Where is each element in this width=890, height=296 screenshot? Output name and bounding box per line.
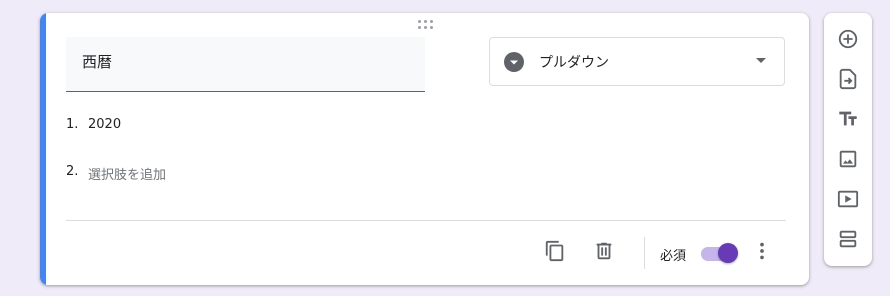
- delete-button[interactable]: [590, 237, 618, 265]
- option-text[interactable]: 2020: [88, 117, 121, 132]
- question-type-label: プルダウン: [539, 55, 609, 71]
- more-options-button[interactable]: [748, 237, 776, 265]
- question-title-field[interactable]: [66, 37, 425, 92]
- option-number: 2.: [66, 164, 79, 179]
- footer-divider: [66, 220, 786, 221]
- question-title-input[interactable]: [82, 52, 402, 70]
- import-questions-icon: [837, 68, 859, 90]
- side-toolbar: [824, 13, 872, 266]
- option-number: 1.: [66, 117, 79, 132]
- section-icon: [837, 228, 859, 250]
- duplicate-icon: [544, 240, 566, 262]
- trash-icon: [593, 240, 615, 262]
- chevron-down-icon: [756, 58, 766, 63]
- import-questions-button[interactable]: [834, 65, 862, 93]
- card-accent-bar: [40, 13, 46, 285]
- dropdown-circle-icon: [504, 52, 524, 72]
- required-toggle[interactable]: [701, 242, 738, 264]
- drag-handle-icon[interactable]: [418, 20, 436, 30]
- question-type-select[interactable]: プルダウン: [489, 37, 785, 86]
- add-circle-icon: [837, 28, 859, 50]
- more-vert-icon: [751, 240, 773, 262]
- required-label: 必須: [660, 249, 687, 264]
- duplicate-button[interactable]: [541, 237, 569, 265]
- question-card[interactable]: プルダウン 1. 2020 2. 選択肢を追加 必須: [40, 13, 809, 285]
- add-option-input[interactable]: 選択肢を追加: [88, 164, 166, 183]
- title-text-icon: [837, 108, 859, 130]
- video-icon: [837, 188, 859, 210]
- add-title-button[interactable]: [834, 105, 862, 133]
- add-image-button[interactable]: [834, 145, 862, 173]
- footer-vertical-divider: [644, 237, 645, 269]
- toggle-thumb: [718, 243, 738, 263]
- add-question-button[interactable]: [834, 25, 862, 53]
- add-video-button[interactable]: [834, 185, 862, 213]
- add-section-button[interactable]: [834, 225, 862, 253]
- image-icon: [837, 148, 859, 170]
